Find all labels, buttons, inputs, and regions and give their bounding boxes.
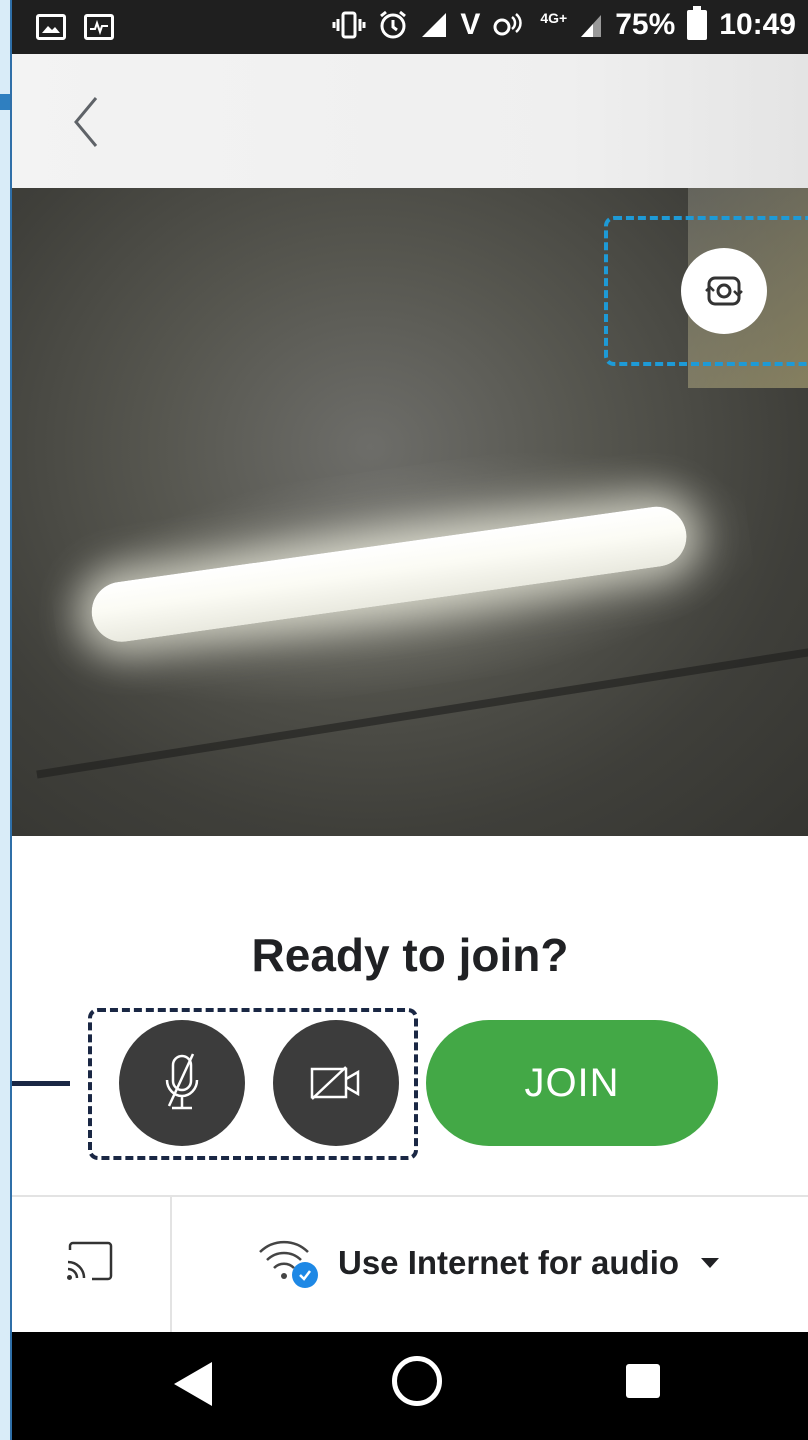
cast-button[interactable]: [62, 1238, 116, 1284]
mic-off-icon: [165, 1053, 199, 1110]
cast-icon: [67, 1241, 113, 1281]
ready-title: Ready to join?: [251, 929, 569, 981]
clock: 10:49: [719, 8, 796, 41]
audio-option-selector[interactable]: Use Internet for audio: [256, 1238, 721, 1288]
divider-vertical: [170, 1197, 172, 1332]
caret-down-icon: [701, 1258, 720, 1268]
image-icon: [36, 14, 66, 40]
nav-home-icon[interactable]: [392, 1356, 442, 1406]
nav-recents-icon[interactable]: [626, 1364, 660, 1398]
nav-back-button[interactable]: [172, 1360, 214, 1413]
camera-off-icon: [310, 1066, 360, 1100]
divider: [12, 1195, 808, 1197]
battery-percent: 75%: [615, 8, 676, 41]
frame-marker: [0, 94, 10, 110]
volte-icon: [492, 11, 528, 39]
audio-option-label: Use Internet for audio: [338, 1244, 680, 1281]
mic-toggle-button[interactable]: [119, 1020, 245, 1146]
signal-4g-icon: [579, 11, 603, 39]
camera-toggle-button[interactable]: [273, 1020, 399, 1146]
alarm-icon: [378, 10, 408, 40]
nav-back-icon: [174, 1362, 212, 1406]
status-bar: V 4G+ 75% 10:49: [12, 0, 808, 54]
network-type: 4G+: [540, 10, 568, 26]
system-nav-bar: [12, 1332, 808, 1440]
callout-connector: [12, 1081, 70, 1086]
app-header: [12, 54, 808, 188]
activity-icon: [84, 14, 114, 40]
check-badge-icon: [292, 1262, 318, 1288]
join-button[interactable]: JOIN: [426, 1020, 718, 1146]
switch-camera-button[interactable]: [681, 248, 767, 334]
battery-icon: [687, 6, 708, 40]
vibrate-icon: [332, 11, 366, 39]
chevron-left-icon: [74, 97, 98, 147]
wifi-check-icon: [256, 1238, 318, 1288]
signal-icon: [420, 11, 448, 39]
back-button[interactable]: [62, 92, 112, 152]
volte-indicator: V: [460, 8, 481, 41]
left-frame: [0, 0, 12, 1440]
switch-camera-icon: [705, 276, 743, 306]
